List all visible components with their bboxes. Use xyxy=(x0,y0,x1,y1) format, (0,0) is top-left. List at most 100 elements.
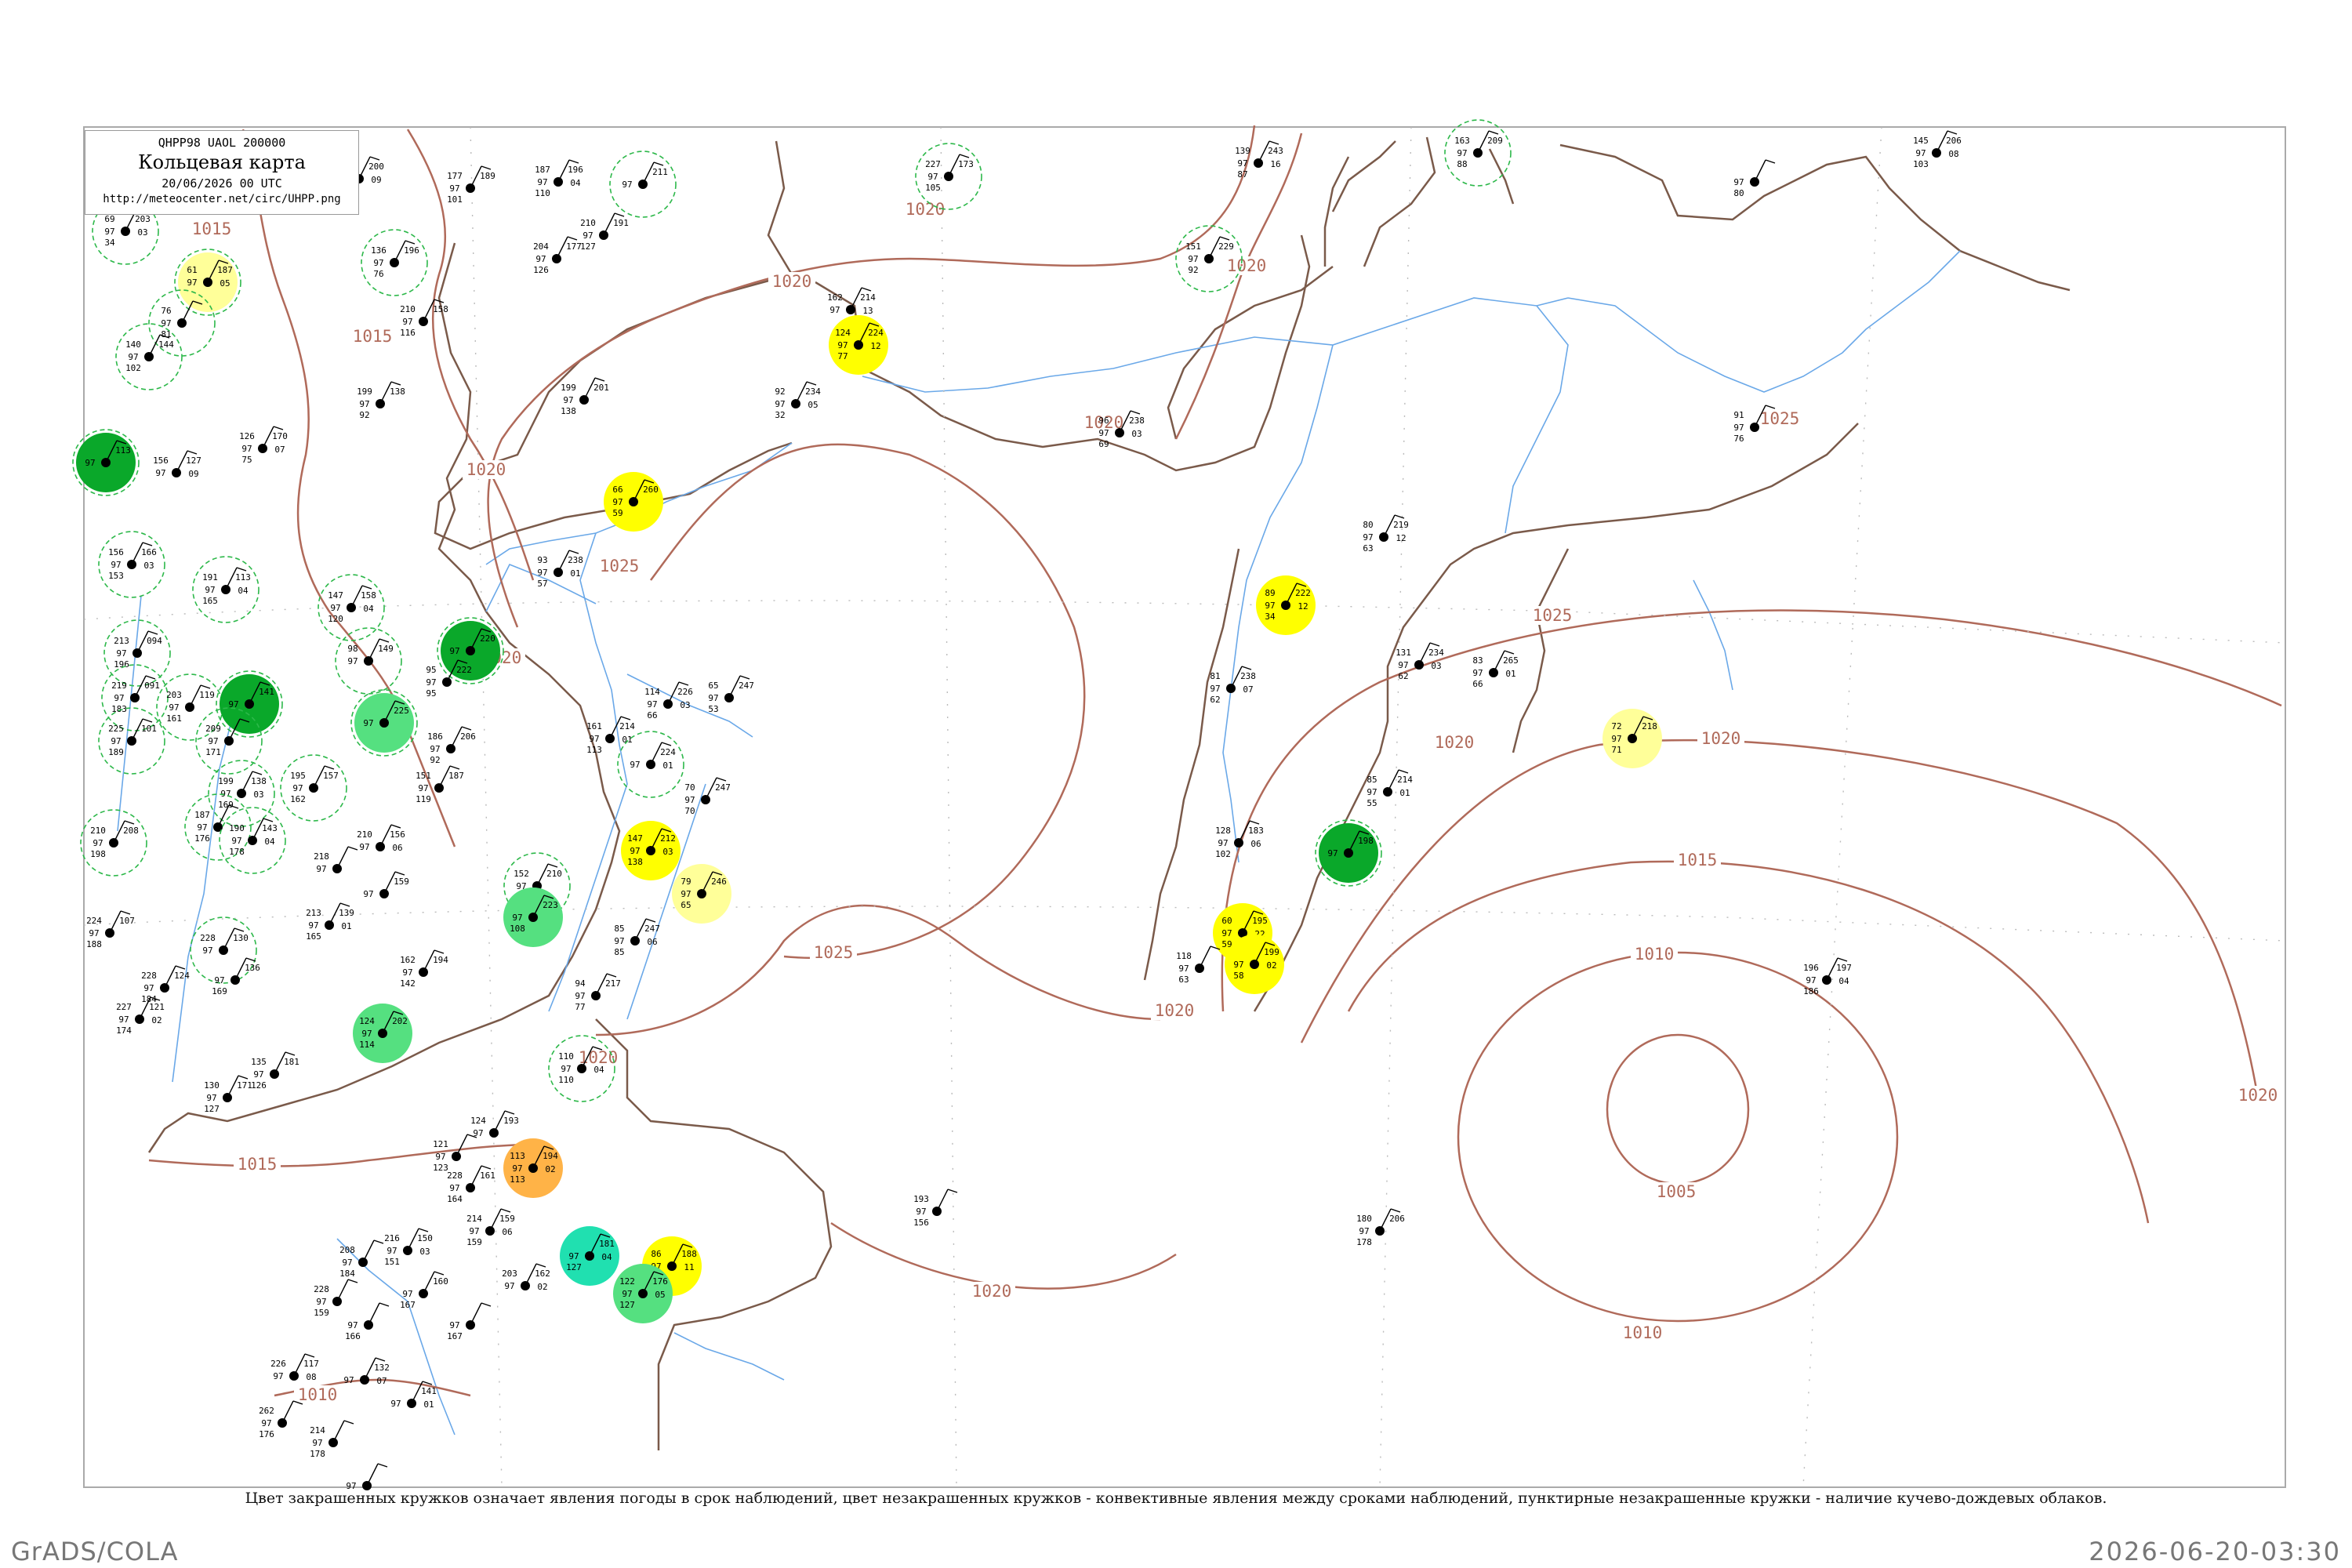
station-temperature: 145 xyxy=(1913,136,1929,146)
station-visibility: 97 xyxy=(1237,158,1247,169)
station-visibility: 97 xyxy=(111,736,121,746)
station-marker[interactable]: 113 97 xyxy=(72,429,140,496)
station-marker[interactable]: 89 222 34 12 97 xyxy=(1256,575,1316,635)
station-dewpoint: 151 xyxy=(384,1257,400,1267)
station-tendency: 04 xyxy=(363,604,374,614)
station-visibility: 97 xyxy=(205,585,215,595)
station-visibility: 97 xyxy=(1210,684,1220,694)
station-dewpoint: 92 xyxy=(359,410,369,420)
station-visibility: 97 xyxy=(253,1069,263,1080)
station-marker[interactable]: 113 194 113 02 97 xyxy=(503,1138,563,1198)
station-marker[interactable]: 72 218 7197 xyxy=(1602,709,1662,768)
station-visibility: 97 xyxy=(435,1152,445,1162)
station-marker[interactable]: 124 202 11497 xyxy=(353,1004,412,1063)
station-visibility: 97 xyxy=(630,846,640,856)
station-marker[interactable]: 147 212 138 03 97 xyxy=(621,821,681,880)
station-visibility: 97 xyxy=(342,1258,352,1268)
station-pressure: 091 xyxy=(144,681,160,691)
station-dewpoint: 198 xyxy=(90,849,106,859)
station-temperature: 66 xyxy=(612,485,622,495)
station-tendency: 06 xyxy=(502,1227,512,1237)
station-temperature: 95 xyxy=(426,665,436,675)
station-visibility: 97 xyxy=(583,230,593,241)
title-box: QHPP98 UAOL 200000 Кольцевая карта 20/06… xyxy=(85,130,359,215)
station-visibility: 97 xyxy=(1098,428,1109,438)
station-visibility: 97 xyxy=(143,983,154,993)
station-dewpoint: 196 xyxy=(114,659,129,670)
station-pressure: 194 xyxy=(543,1151,558,1161)
station-tendency: 08 xyxy=(306,1372,316,1382)
station-temperature: 161 xyxy=(586,721,602,731)
station-marker[interactable]: 66 260 5997 xyxy=(604,472,663,532)
station-tendency: 02 xyxy=(537,1282,547,1292)
station-tendency: 03 xyxy=(137,227,147,238)
station-dewpoint: 102 xyxy=(125,363,141,373)
station-pressure: 173 xyxy=(958,159,974,169)
station-visibility: 97 xyxy=(684,795,695,805)
station-tendency: 04 xyxy=(593,1065,604,1075)
station-visibility: 97 xyxy=(630,760,640,770)
station-pressure: 219 xyxy=(1393,520,1409,530)
station-visibility: 97 xyxy=(292,783,303,793)
station-temperature: 91 xyxy=(1733,410,1744,420)
station-pressure: 161 xyxy=(480,1171,495,1181)
station-marker[interactable]: 122 176 127 05 97 xyxy=(613,1264,673,1323)
station-pressure: 214 xyxy=(1397,775,1413,785)
station-marker[interactable]: 124 224 77 12 97 xyxy=(829,315,888,375)
station-visibility: 97 xyxy=(169,702,179,713)
station-temperature: 156 xyxy=(153,456,169,466)
station-pressure: 226 xyxy=(677,687,693,697)
station-temperature: 124 xyxy=(359,1016,375,1026)
station-visibility: 97 xyxy=(373,258,383,268)
station-visibility: 97 xyxy=(187,278,197,288)
station-marker[interactable]: 79 246 6597 xyxy=(672,864,731,924)
station-pressure: 156 xyxy=(390,829,405,840)
station-dewpoint: 66 xyxy=(1472,679,1483,689)
station-pressure: 113 xyxy=(115,445,131,456)
station-visibility: 97 xyxy=(402,1289,412,1299)
station-dewpoint: 165 xyxy=(306,931,321,942)
station-dewpoint: 34 xyxy=(1265,612,1276,622)
station-temperature: 131 xyxy=(1396,648,1411,658)
station-temperature: 72 xyxy=(1611,721,1621,731)
station-tendency: 01 xyxy=(622,735,632,745)
station-temperature: 187 xyxy=(194,810,210,820)
station-visibility: 97 xyxy=(612,497,622,507)
station-tendency: 03 xyxy=(1431,661,1441,671)
station-temperature: 191 xyxy=(202,572,218,583)
bulletin-code: QHPP98 UAOL 200000 xyxy=(158,136,286,150)
station-temperature: 60 xyxy=(1221,916,1232,926)
station-pressure: 130 xyxy=(233,933,249,943)
station-marker[interactable]: 223 10897 xyxy=(503,887,563,947)
station-dewpoint: 34 xyxy=(104,238,115,248)
station-dewpoint: 55 xyxy=(1367,798,1377,808)
station-dewpoint: 102 xyxy=(1215,849,1231,859)
station-visibility: 97 xyxy=(916,1207,926,1217)
station-marker[interactable]: 199 58 02 97 xyxy=(1225,935,1284,994)
station-pressure: 121 xyxy=(149,1002,165,1012)
station-temperature: 163 xyxy=(1454,136,1470,146)
station-temperature: 130 xyxy=(204,1080,220,1091)
station-temperature: 94 xyxy=(575,978,586,989)
station-dewpoint: 166 xyxy=(345,1331,361,1341)
station-visibility: 97 xyxy=(1457,148,1467,158)
station-pressure: 119 xyxy=(199,690,215,700)
station-temperature: 98 xyxy=(347,644,358,654)
legend-caption: Цвет закрашенных кружков означает явлени… xyxy=(245,1490,2107,1507)
isobar-label: 1020 xyxy=(906,200,946,219)
station-pressure: 189 xyxy=(480,171,495,181)
station-visibility: 97 xyxy=(1178,964,1189,974)
station-visibility: 97 xyxy=(449,646,459,656)
station-temperature: 224 xyxy=(86,916,102,926)
station-pressure: 199 xyxy=(1264,947,1279,957)
station-dewpoint: 189 xyxy=(108,747,124,757)
station-dewpoint: 126 xyxy=(251,1080,267,1091)
station-visibility: 97 xyxy=(1363,532,1373,543)
station-pressure: 158 xyxy=(361,590,376,601)
station-dewpoint: 176 xyxy=(259,1429,274,1439)
station-marker[interactable]: 181 127 04 97 xyxy=(560,1226,619,1286)
station-visibility: 97 xyxy=(361,1029,372,1039)
station-visibility: 97 xyxy=(512,913,522,923)
station-temperature: 177 xyxy=(447,171,463,181)
station-tendency: 05 xyxy=(655,1290,665,1300)
